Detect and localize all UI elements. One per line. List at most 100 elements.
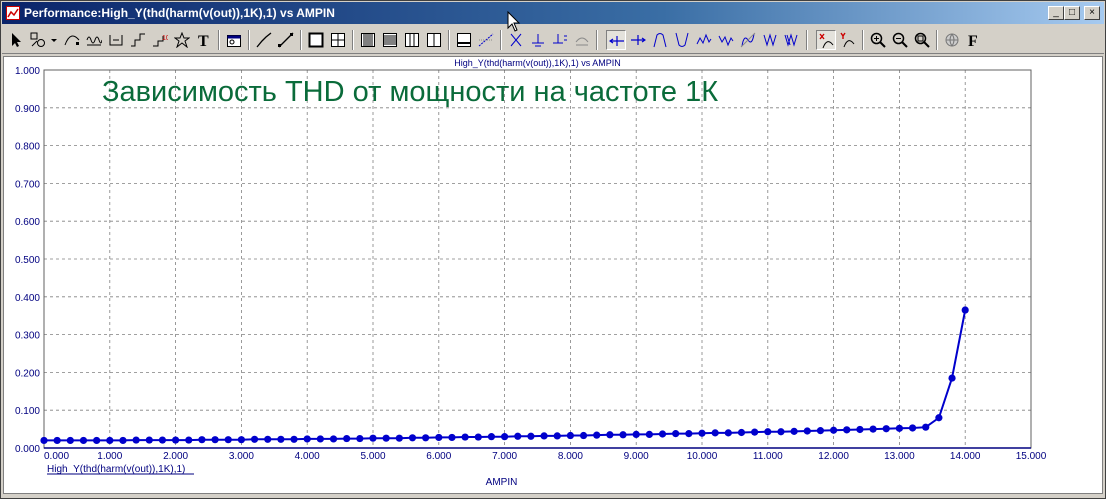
y-tick-label: 0.400 [15,293,40,304]
toolbar-separator [352,30,354,50]
tag-x-icon[interactable] [816,30,836,50]
data-point [79,436,88,445]
dropdown-arrow-icon[interactable] [48,30,60,50]
cursor-y-icon[interactable] [528,30,548,50]
svg-text:10: 10 [162,35,168,42]
globe-icon[interactable] [942,30,962,50]
slope-icon[interactable] [760,30,780,50]
cursor-step-icon[interactable] [572,30,592,50]
step-icon[interactable] [128,30,148,50]
title-bar[interactable]: Performance:High_Y(thd(harm(v(out)),1K),… [2,2,1104,24]
peak-left-icon[interactable] [606,30,626,50]
valley-icon[interactable] [672,30,692,50]
x-tick-label: 11.000 [753,451,783,462]
data-point [724,429,732,437]
data-point [751,428,759,436]
grid-light-icon[interactable] [402,30,422,50]
data-point [211,436,219,444]
y-tick-label: 0.600 [15,217,40,228]
data-point [830,426,838,434]
grid-medium-icon[interactable] [380,30,400,50]
x-axis-label: AMPIN [486,477,518,488]
data-point [540,432,548,440]
low-icon[interactable] [716,30,736,50]
x-tick-label: 5.000 [360,451,385,462]
zoom-fit-icon[interactable] [912,30,932,50]
mouse-pointer-icon [507,11,521,32]
box-icon[interactable] [106,30,126,50]
thd-chart[interactable]: 0.000 1.000 2.000 3.000 4.000 5.000 6.000 7.000… [4,57,1102,493]
performance-window: Performance:High_Y(thd(harm(v(out)),1K),… [0,0,1106,499]
toolbar-separator [300,30,302,50]
data-point [593,431,601,439]
data-point [382,434,390,442]
font-icon[interactable]: F [964,30,984,50]
data-point [632,430,640,438]
data-point [672,430,680,438]
toolbar-separator [862,30,864,50]
data-point [658,430,667,438]
marker-icon[interactable]: 10 [150,30,170,50]
close-button[interactable]: × [1084,6,1100,20]
linear-icon[interactable] [254,30,274,50]
x-tick-label: 3.000 [229,451,254,462]
maximize-button[interactable]: □ [1064,6,1080,20]
cursor-xy-icon[interactable] [550,30,570,50]
high-icon[interactable] [694,30,714,50]
data-point [895,424,904,432]
toolbar-separator [248,30,250,50]
data-point [553,432,561,440]
data-point [474,433,482,441]
data-point [40,436,48,445]
minor-grid-icon[interactable] [476,30,496,50]
data-point [606,431,614,439]
y-tick-label: 0.700 [15,179,40,190]
data-point [237,436,245,444]
data-point [514,432,522,440]
select-arrow-icon[interactable] [6,30,26,50]
log-icon[interactable] [276,30,296,50]
data-point [316,435,324,443]
data-point [408,434,417,442]
data-point [277,435,285,443]
data-point [224,436,232,444]
data-point [698,429,706,437]
plot-area[interactable]: 0.000 1.000 2.000 3.000 4.000 5.000 6.000 7.000… [3,56,1103,494]
tag-y-icon[interactable] [838,30,858,50]
valleys-icon[interactable] [782,30,802,50]
star-icon[interactable] [172,30,192,50]
data-point [856,425,864,434]
data-point [158,436,167,444]
data-point [145,436,153,444]
window-title: Performance:High_Y(thd(harm(v(out)),1K),… [24,6,335,20]
grid-none-icon[interactable] [424,30,444,50]
data-point [264,435,272,443]
tile-icon[interactable] [454,30,474,50]
minimize-button[interactable]: _ [1048,6,1064,20]
data-point [908,424,917,432]
x-tick-label: 2.000 [163,451,188,462]
x-tick-label: 9.000 [624,451,649,462]
legend-label: High_Y(thd(harm(v(out)),1K),1) [47,464,185,475]
toolbar-separator [936,30,938,50]
y-tick-label: 0.900 [15,104,40,115]
x-tick-label: 1.000 [97,451,122,462]
cursor-x-icon[interactable] [506,30,526,50]
spline-icon[interactable] [62,30,82,50]
select-shapes-icon[interactable] [28,30,48,50]
single-plot-icon[interactable] [306,30,326,50]
data-point [132,436,140,444]
wave-icon[interactable] [84,30,104,50]
data-point [93,436,101,445]
peak-right-icon[interactable] [628,30,648,50]
grid-bold-icon[interactable] [358,30,378,50]
properties-icon[interactable] [224,30,244,50]
inflection-icon[interactable] [738,30,758,50]
y-tick-label: 0.000 [15,444,40,455]
chart-annotation: Зависимость THD от мощности на частоте 1… [102,76,718,108]
grid-plot-icon[interactable] [328,30,348,50]
zoom-out-icon[interactable] [890,30,910,50]
peak-icon[interactable] [650,30,670,50]
text-tool-icon[interactable]: T [194,30,214,50]
zoom-in-icon[interactable] [868,30,888,50]
